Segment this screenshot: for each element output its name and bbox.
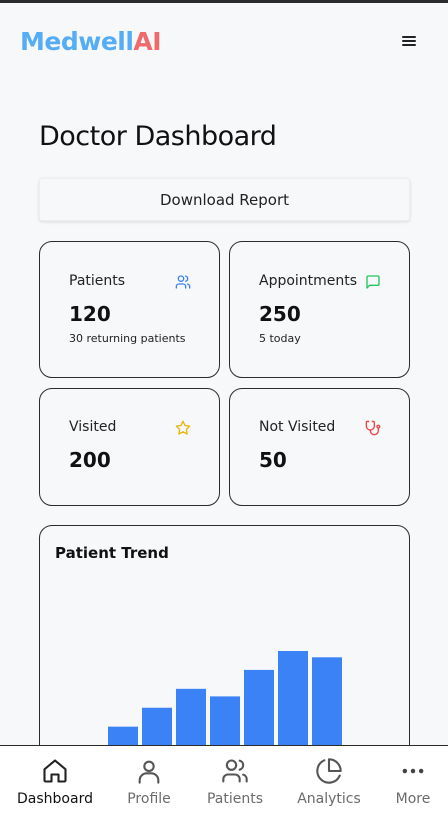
stat-subtext: 30 returning patients [69, 332, 186, 345]
nav-item-analytics[interactable]: Analytics [289, 746, 369, 817]
nav-item-patients[interactable]: Patients [200, 746, 270, 817]
nav-item-profile[interactable]: Profile [114, 746, 184, 817]
stat-card-appointments[interactable]: Appointments 250 5 today [229, 241, 410, 378]
more-horizontal-icon [402, 768, 424, 774]
hamburger-menu-icon[interactable] [400, 34, 420, 50]
home-icon [43, 759, 67, 783]
nav-label: Profile [127, 791, 171, 807]
star-icon [175, 420, 191, 435]
bottom-navigation: Dashboard Profile Patients Analytics Mor… [0, 745, 448, 817]
users-icon [222, 759, 248, 783]
stat-label: Not Visited [259, 419, 336, 435]
nav-item-more[interactable]: More [383, 746, 443, 817]
stat-label: Visited [69, 419, 117, 435]
stat-label: Patients [69, 273, 126, 289]
app-logo[interactable]: MedwellAI [20, 27, 162, 56]
nav-item-dashboard[interactable]: Dashboard [15, 746, 95, 817]
logo-text-medwell: Medwell [20, 27, 134, 56]
stat-subtext: 5 today [259, 332, 301, 345]
app-header: MedwellAI [0, 3, 448, 77]
page-title: Doctor Dashboard [39, 121, 277, 152]
stat-value: 250 [259, 302, 301, 326]
stat-value: 50 [259, 448, 287, 472]
user-icon [138, 760, 160, 784]
pie-chart-icon [316, 758, 342, 784]
stat-value: 200 [69, 448, 111, 472]
logo-text-ai: AI [133, 27, 162, 56]
stethoscope-icon [365, 420, 381, 436]
stat-card-not-visited[interactable]: Not Visited 50 [229, 388, 410, 506]
nav-label: Patients [206, 791, 264, 807]
stat-card-patients[interactable]: Patients 120 30 returning patients [39, 241, 220, 378]
stat-value: 120 [69, 302, 111, 326]
stat-label: Appointments [259, 273, 358, 289]
download-report-button[interactable]: Download Report [39, 178, 410, 221]
nav-label: Analytics [297, 791, 361, 807]
users-icon [175, 275, 191, 289]
stat-card-visited[interactable]: Visited 200 [39, 388, 220, 506]
nav-label: Dashboard [17, 791, 93, 807]
nav-label: More [395, 791, 431, 807]
message-square-icon [366, 275, 380, 289]
